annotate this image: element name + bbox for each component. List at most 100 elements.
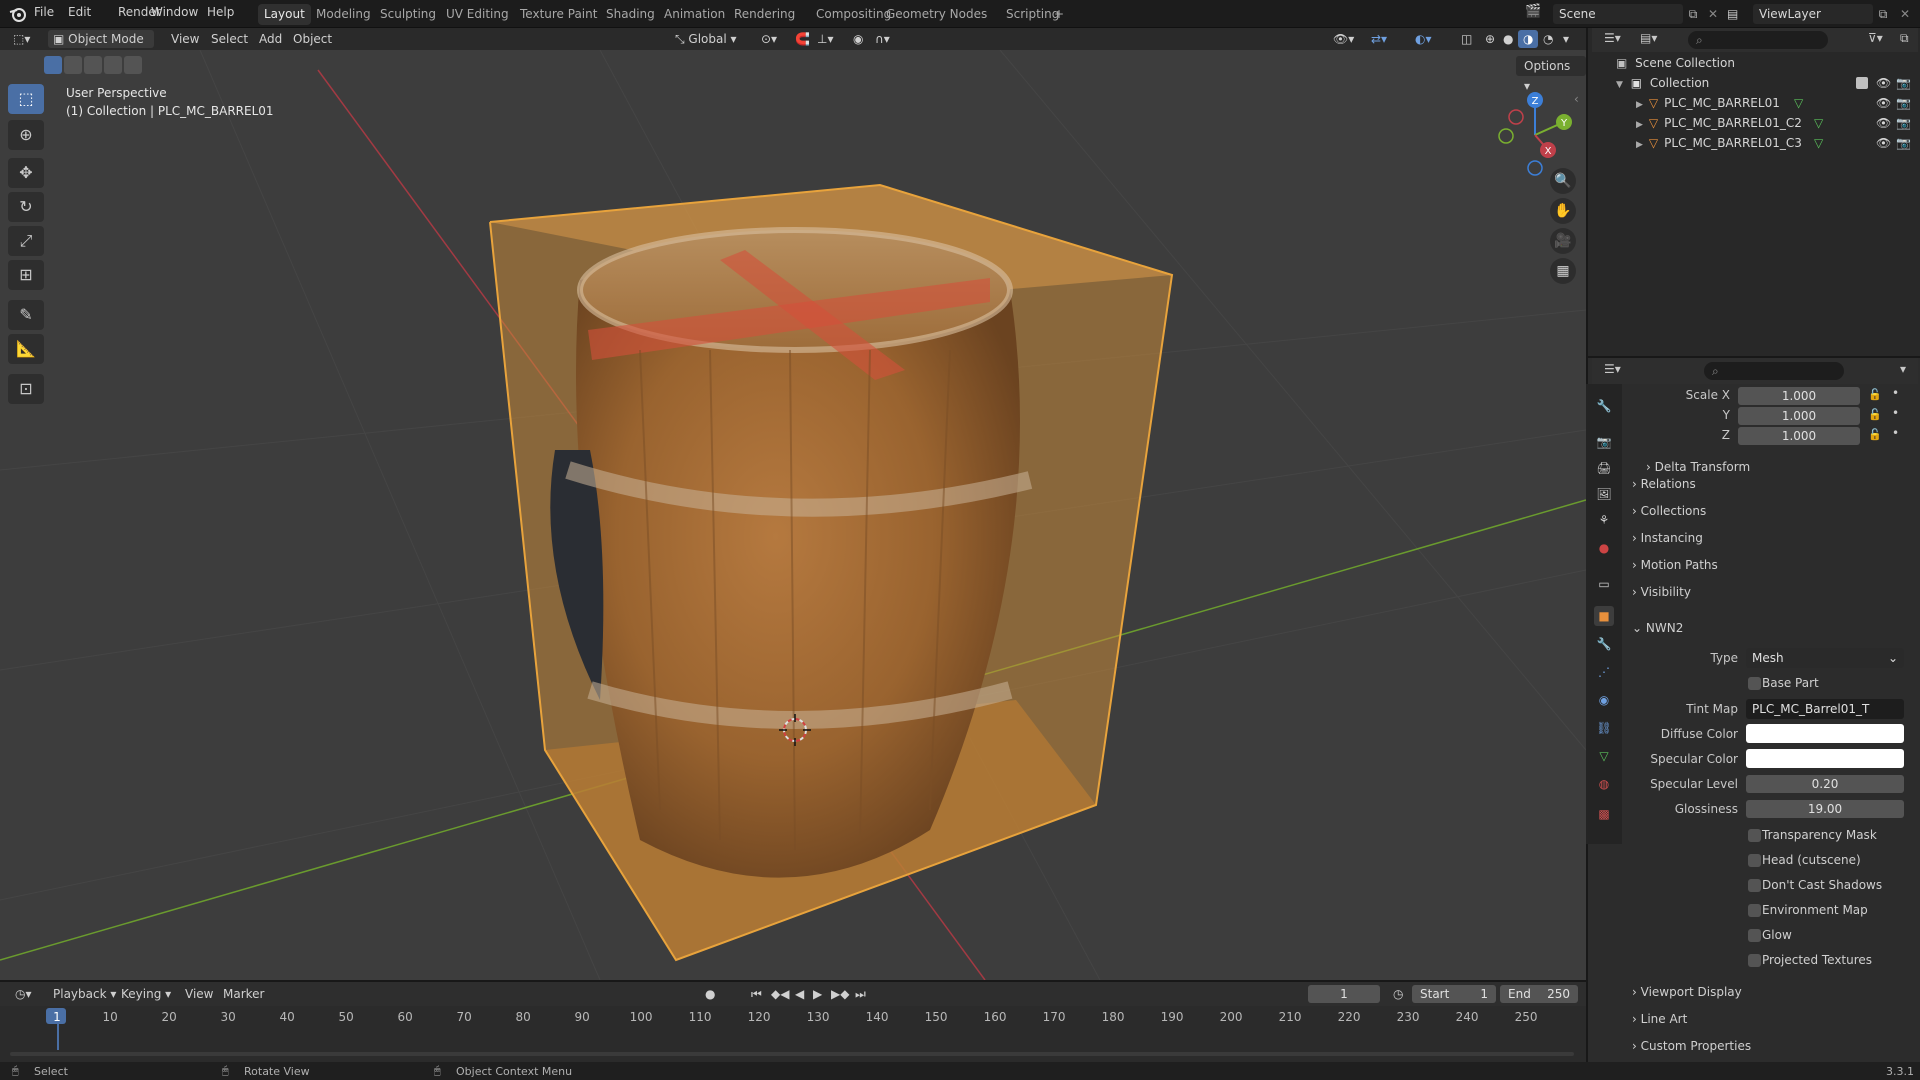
- diffuse-color-swatch[interactable]: [1746, 724, 1904, 743]
- workspace-tab-sculpting[interactable]: Sculpting: [374, 4, 442, 25]
- add-menu[interactable]: Add: [254, 30, 287, 48]
- workspace-tab-shading[interactable]: Shading: [600, 4, 661, 25]
- mesh-data-icon[interactable]: ▽: [1814, 133, 1823, 153]
- select-intersect-icon[interactable]: [124, 56, 142, 74]
- render-camera-icon[interactable]: 📷: [1896, 73, 1911, 93]
- measure-tool-icon[interactable]: 📐: [8, 334, 44, 364]
- collection-tab-icon[interactable]: ▭: [1594, 574, 1614, 594]
- scale-x-field[interactable]: 1.000: [1738, 387, 1860, 405]
- select-box-tool-icon[interactable]: ⬚: [8, 84, 44, 114]
- zoom-icon[interactable]: 🔍: [1550, 168, 1576, 194]
- checkbox-head-cutscene-[interactable]: [1748, 854, 1761, 867]
- keyframe-scale-z-icon[interactable]: •: [1892, 426, 1899, 440]
- 3d-viewport[interactable]: User Perspective (1) Collection | PLC_MC…: [0, 50, 1586, 980]
- type-dropdown[interactable]: Mesh ⌄: [1746, 648, 1904, 668]
- scale-y-field[interactable]: 1.000: [1738, 407, 1860, 425]
- scene-icon[interactable]: 🎬: [1525, 4, 1549, 24]
- select-menu[interactable]: Select: [206, 30, 253, 48]
- object-tab-icon[interactable]: ■: [1594, 606, 1614, 626]
- checkbox-glow[interactable]: [1748, 929, 1761, 942]
- view-layer-field[interactable]: ViewLayer: [1753, 4, 1873, 24]
- current-frame-field[interactable]: 1: [1308, 985, 1380, 1003]
- blender-logo-icon[interactable]: [8, 4, 28, 24]
- visibility-eye-icon[interactable]: 👁: [1876, 133, 1891, 153]
- physics-tab-icon[interactable]: ◉: [1594, 690, 1614, 710]
- pan-hand-icon[interactable]: ✋: [1550, 198, 1576, 224]
- expand-arrow-icon[interactable]: ▶: [1636, 100, 1643, 110]
- world-tab-icon[interactable]: ●: [1594, 538, 1614, 558]
- checkbox-projected-textures[interactable]: [1748, 954, 1761, 967]
- menu-file[interactable]: File: [34, 5, 54, 19]
- mesh-data-icon[interactable]: ▽: [1814, 113, 1823, 133]
- checkbox-environment-map[interactable]: [1748, 904, 1761, 917]
- lock-scale-z-icon[interactable]: 🔓: [1868, 428, 1882, 441]
- new-collection-icon[interactable]: ⧉: [1900, 31, 1909, 46]
- outliner-editor-type-icon[interactable]: ☰▾: [1604, 31, 1621, 45]
- new-view-layer-icon[interactable]: ⧉: [1873, 4, 1893, 24]
- section-relations[interactable]: › Relations: [1632, 472, 1912, 496]
- outliner-row-collection[interactable]: ▼ ▣ Collection 👁 📷: [1588, 73, 1918, 93]
- outliner-row-object[interactable]: ▶ ▽ PLC_MC_BARREL01_C3 ▽ 👁 📷: [1588, 133, 1918, 153]
- move-tool-icon[interactable]: ✥: [8, 158, 44, 188]
- keyframe-scale-y-icon[interactable]: •: [1892, 406, 1899, 420]
- object-mode-dropdown[interactable]: ▣ Object Mode ▾: [48, 30, 154, 64]
- editor-type-icon[interactable]: ⬚▾: [8, 30, 40, 48]
- select-extend-icon[interactable]: [64, 56, 82, 74]
- workspace-tab-modeling[interactable]: Modeling: [310, 4, 377, 25]
- options-dropdown[interactable]: Options ▾: [1516, 56, 1586, 93]
- workspace-tab-animation[interactable]: Animation: [658, 4, 731, 25]
- modifier-tab-icon[interactable]: 🔧: [1594, 634, 1614, 654]
- overlays-icon[interactable]: ◐▾: [1410, 30, 1437, 48]
- timeline-editor-type-icon[interactable]: ◷▾: [10, 985, 37, 1003]
- falloff-icon[interactable]: ∩▾: [870, 30, 895, 48]
- section-visibility[interactable]: › Visibility: [1632, 580, 1912, 604]
- menu-help[interactable]: Help: [207, 5, 234, 19]
- expand-arrow-icon[interactable]: ▶: [1636, 120, 1643, 130]
- nwn2-section[interactable]: ⌄ NWN2: [1632, 616, 1912, 640]
- visibility-eye-icon[interactable]: 👁: [1876, 113, 1891, 133]
- preview-range-icon[interactable]: ◷: [1388, 985, 1408, 1003]
- section-instancing[interactable]: › Instancing: [1632, 526, 1912, 550]
- end-frame-field[interactable]: End 250: [1500, 985, 1578, 1003]
- tint-map-field[interactable]: PLC_MC_Barrel01_T: [1746, 699, 1904, 719]
- data-tab-icon[interactable]: ▽: [1594, 746, 1614, 766]
- workspace-tab-texture-paint[interactable]: Texture Paint: [514, 4, 603, 25]
- grid-view-icon[interactable]: ▦: [1550, 258, 1576, 284]
- render-camera-icon[interactable]: 📷: [1896, 113, 1911, 133]
- transform-orientation-dropdown[interactable]: ⤡ Global ▾: [670, 30, 748, 48]
- particles-tab-icon[interactable]: ⋰: [1594, 662, 1614, 682]
- snap-target-icon[interactable]: ⊥▾: [812, 30, 838, 48]
- gizmo-toggle-icon[interactable]: ⇄▾: [1366, 30, 1392, 48]
- exclude-checkbox[interactable]: [1856, 77, 1868, 89]
- base-part-checkbox[interactable]: [1748, 677, 1761, 690]
- record-icon[interactable]: ●: [700, 985, 720, 1003]
- outliner-search-input[interactable]: ⌕: [1688, 31, 1828, 49]
- annotate-tool-icon[interactable]: ✎: [8, 300, 44, 330]
- pivot-point-icon[interactable]: ⊙▾: [756, 30, 782, 48]
- select-new-icon[interactable]: [44, 56, 62, 74]
- add-workspace-button[interactable]: +: [1048, 4, 1070, 25]
- render-tab-icon[interactable]: 📷: [1594, 432, 1614, 452]
- camera-view-icon[interactable]: 🎥: [1550, 228, 1576, 254]
- outliner-row-object[interactable]: ▶ ▽ PLC_MC_BARREL01_C2 ▽ 👁 📷: [1588, 113, 1918, 133]
- glossiness-field[interactable]: 19.00: [1746, 800, 1904, 818]
- render-camera-icon[interactable]: 📷: [1896, 93, 1911, 113]
- jump-start-icon[interactable]: ⏮: [746, 985, 767, 1003]
- rendered-shading-icon[interactable]: ◔: [1538, 30, 1558, 48]
- properties-search-input[interactable]: ⌕: [1704, 362, 1844, 380]
- mesh-data-icon[interactable]: ▽: [1794, 93, 1803, 113]
- cursor-tool-icon[interactable]: ⊕: [8, 120, 44, 150]
- select-subtract-icon[interactable]: [84, 56, 102, 74]
- visibility-icon[interactable]: 👁▾: [1328, 30, 1359, 48]
- expand-arrow-icon[interactable]: ▶: [1636, 140, 1643, 150]
- material-tab-icon[interactable]: ◍: [1594, 774, 1614, 794]
- outliner-row-object[interactable]: ▶ ▽ PLC_MC_BARREL01 ▽ 👁 📷: [1588, 93, 1918, 113]
- expand-arrow-icon[interactable]: ▼: [1616, 80, 1623, 90]
- checkbox-don-t-cast-shadows[interactable]: [1748, 879, 1761, 892]
- rotate-tool-icon[interactable]: ↻: [8, 192, 44, 222]
- filter-icon[interactable]: ⊽▾: [1868, 31, 1883, 45]
- specular-color-swatch[interactable]: [1746, 749, 1904, 768]
- section-collections[interactable]: › Collections: [1632, 499, 1912, 523]
- section-viewport-display[interactable]: › Viewport Display: [1632, 980, 1912, 1004]
- menu-edit[interactable]: Edit: [68, 5, 91, 19]
